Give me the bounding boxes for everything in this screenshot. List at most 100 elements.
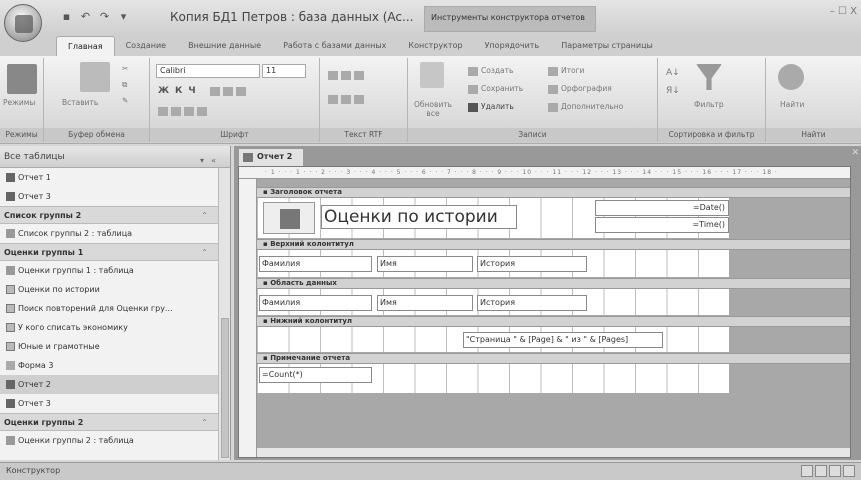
refresh-icon[interactable]	[420, 62, 444, 88]
section-bar-page-footer[interactable]: ▪ Нижний колонтитул	[257, 316, 850, 327]
table-icon	[6, 229, 15, 238]
nav-pane-header[interactable]: Все таблицы ▾ «	[0, 146, 230, 168]
field-lastname[interactable]: Фамилия	[259, 295, 372, 311]
group-label-records: Записи	[408, 128, 657, 142]
status-bar: Конструктор	[0, 462, 861, 480]
new-record-button[interactable]: Создать	[468, 66, 513, 76]
nav-item-label: Отчет 3	[18, 399, 51, 408]
nav-item[interactable]: Список группы 2 : таблица	[0, 224, 230, 243]
section-page-footer[interactable]: "Страница " & [Page] & " из " & [Pages]	[257, 327, 729, 352]
form-icon	[6, 361, 15, 370]
page-number-control[interactable]: "Страница " & [Page] & " из " & [Pages]	[463, 332, 663, 348]
section-page-header[interactable]: Фамилия Имя История	[257, 250, 729, 277]
count-control[interactable]: =Count(*)	[259, 367, 372, 383]
nav-item[interactable]: Поиск повторений для Оценки гру...	[0, 299, 230, 318]
field-history[interactable]: История	[477, 295, 587, 311]
totals-label: Итоги	[561, 66, 585, 75]
report-title-label[interactable]: Оценки по истории	[321, 205, 517, 229]
nav-group-header[interactable]: Оценки группы 1 ⌃	[0, 243, 230, 261]
table-icon	[6, 436, 15, 445]
tab-arrange[interactable]: Упорядочить	[474, 36, 551, 56]
nav-scrollbar[interactable]	[218, 168, 230, 460]
filter-button[interactable]: Фильтр	[694, 100, 724, 109]
font-name-select[interactable]: Calibri	[156, 64, 260, 78]
report-view-icon[interactable]	[801, 465, 813, 477]
section-report-header[interactable]: Оценки по истории =Date() =Time()	[257, 198, 729, 238]
section-bar-detail[interactable]: ▪ Область данных	[257, 278, 850, 289]
sort-desc-icon[interactable]: Я↓	[666, 86, 680, 96]
font-color-buttons[interactable]	[158, 106, 210, 116]
section-bar-page-header[interactable]: ▪ Верхний колонтитул	[257, 239, 850, 250]
qat-customize-icon[interactable]: ▾	[117, 10, 130, 23]
binoculars-icon[interactable]	[778, 64, 804, 90]
label-firstname[interactable]: Имя	[377, 256, 473, 272]
office-button[interactable]	[4, 4, 42, 42]
report-logo-icon[interactable]	[263, 202, 315, 234]
nav-item[interactable]: Отчет 3	[0, 394, 230, 413]
find-button[interactable]: Найти	[780, 100, 804, 109]
views-button[interactable]: Режимы	[3, 98, 35, 107]
more-button[interactable]: Дополнительно	[548, 102, 623, 112]
tab-external-data[interactable]: Внешние данные	[177, 36, 272, 56]
bold-italic-underline-buttons[interactable]: ЖКЧ	[158, 86, 202, 96]
tab-database-tools[interactable]: Работа с базами данных	[272, 36, 397, 56]
close-icon[interactable]: ✕	[851, 148, 859, 158]
nav-item[interactable]: Форма 3	[0, 356, 230, 375]
cut-icon[interactable]: ✂	[122, 64, 128, 73]
group-sort-filter: A↓ Я↓ Фильтр Сортировка и фильтр	[658, 58, 766, 142]
undo-icon[interactable]: ↶	[79, 10, 92, 23]
label-history[interactable]: История	[477, 256, 587, 272]
save-record-button[interactable]: Сохранить	[468, 84, 523, 94]
sort-asc-icon[interactable]: A↓	[666, 68, 680, 78]
section-bar-report-footer[interactable]: ▪ Примечание отчета	[257, 353, 850, 364]
paste-icon[interactable]	[80, 62, 110, 92]
format-painter-icon[interactable]: ✎	[122, 96, 128, 105]
align-buttons[interactable]	[210, 86, 249, 96]
nav-item[interactable]: Оценки по истории	[0, 280, 230, 299]
navigation-pane: Все таблицы ▾ « Отчет 1 Отчет 3 Список г…	[0, 146, 231, 460]
view-icon[interactable]	[7, 64, 37, 94]
list-buttons[interactable]	[328, 94, 367, 104]
nav-item[interactable]: Оценки группы 1 : таблица	[0, 261, 230, 280]
spelling-button[interactable]: Орфография	[548, 84, 612, 94]
label-lastname[interactable]: Фамилия	[259, 256, 372, 272]
nav-item[interactable]: Юные и грамотные	[0, 337, 230, 356]
layout-view-icon[interactable]	[829, 465, 841, 477]
totals-button[interactable]: Итоги	[548, 66, 584, 76]
paste-button[interactable]: Вставить	[62, 98, 98, 107]
print-preview-icon[interactable]	[815, 465, 827, 477]
nav-item[interactable]: Оценки группы 2 : таблица	[0, 431, 230, 450]
redo-icon[interactable]: ↷	[98, 10, 111, 23]
nav-item-selected[interactable]: Отчет 2	[0, 375, 230, 394]
copy-icon[interactable]: ⧉	[122, 80, 127, 90]
save-icon[interactable]: ▪	[60, 10, 73, 23]
delete-record-button[interactable]: Удалить	[468, 102, 514, 112]
tab-create[interactable]: Создание	[115, 36, 178, 56]
nav-scroll-thumb[interactable]	[221, 318, 229, 458]
chevron-up-icon: ⌃	[201, 211, 208, 220]
nav-group-header[interactable]: Оценки группы 2 ⌃	[0, 413, 230, 431]
section-detail[interactable]: Фамилия Имя История	[257, 289, 729, 315]
office-logo-icon	[15, 15, 33, 33]
filter-icon[interactable]	[696, 64, 722, 90]
nav-item[interactable]: Отчет 1	[0, 168, 230, 187]
nav-item[interactable]: Отчет 3	[0, 187, 230, 206]
nav-item[interactable]: У кого списать экономику	[0, 318, 230, 337]
refresh-all-button[interactable]: Обновить все	[414, 100, 452, 118]
section-bar-report-header[interactable]: ▪ Заголовок отчета	[257, 187, 850, 198]
field-firstname[interactable]: Имя	[377, 295, 473, 311]
tab-design[interactable]: Конструктор	[397, 36, 473, 56]
horizontal-scrollbar[interactable]	[257, 447, 850, 457]
tab-home[interactable]: Главная	[56, 36, 115, 56]
time-control[interactable]: =Time()	[595, 217, 729, 233]
nav-group-label: Список группы 2	[4, 211, 82, 220]
window-controls[interactable]: – ☐ X	[830, 6, 857, 17]
nav-group-header[interactable]: Список группы 2 ⌃	[0, 206, 230, 224]
tab-page-setup[interactable]: Параметры страницы	[550, 36, 664, 56]
design-view-icon[interactable]	[843, 465, 855, 477]
date-control[interactable]: =Date()	[595, 200, 729, 216]
indent-buttons[interactable]	[328, 70, 367, 80]
tab-report-2[interactable]: Отчет 2	[238, 148, 304, 166]
font-size-select[interactable]: 11	[262, 64, 306, 78]
section-report-footer[interactable]: =Count(*)	[257, 364, 729, 393]
